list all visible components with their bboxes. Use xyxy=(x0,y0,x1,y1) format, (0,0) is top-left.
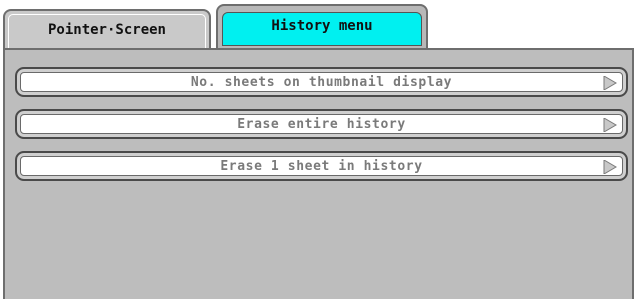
tab-pointer-screen[interactable]: Pointer·Screen xyxy=(3,9,211,49)
arrow-right-icon xyxy=(603,118,617,132)
tab-history-menu[interactable]: History menu xyxy=(216,4,428,49)
history-menu-panel: No. sheets on thumbnail display Erase en… xyxy=(3,48,634,299)
erase-entire-history-button[interactable]: Erase entire history xyxy=(15,109,628,139)
erase-one-sheet-button[interactable]: Erase 1 sheet in history xyxy=(15,151,628,181)
tab-history-menu-active-area: History menu xyxy=(222,12,422,46)
thumbnail-sheets-button[interactable]: No. sheets on thumbnail display xyxy=(15,67,628,97)
arrow-right-icon xyxy=(603,160,617,174)
tab-pointer-screen-label: Pointer·Screen xyxy=(47,22,166,38)
erase-entire-history-label: Erase entire history xyxy=(237,116,406,132)
tab-history-menu-label: History menu xyxy=(271,18,373,34)
erase-one-sheet-label: Erase 1 sheet in history xyxy=(220,158,423,174)
thumbnail-sheets-label: No. sheets on thumbnail display xyxy=(190,74,453,90)
arrow-right-icon xyxy=(603,76,617,90)
